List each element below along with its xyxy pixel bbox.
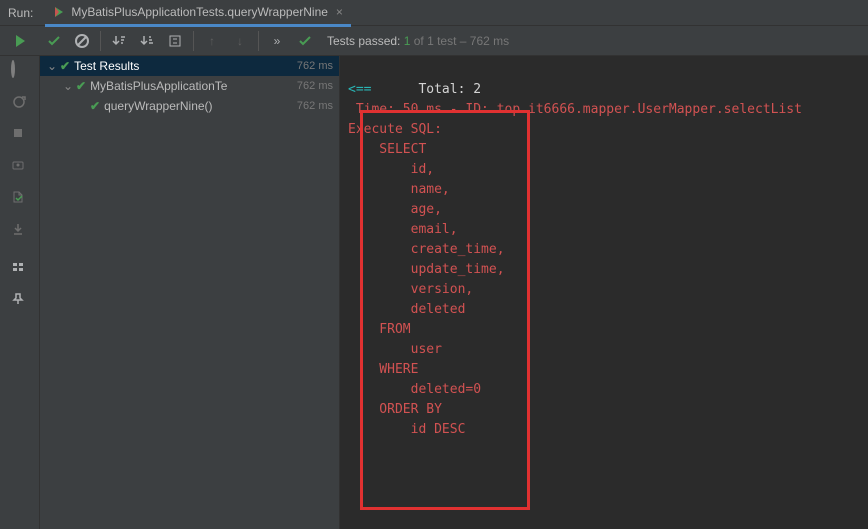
pin-button[interactable] — [11, 292, 29, 310]
tree-suite[interactable]: ⌄ ✔ MyBatisPlusApplicationTe 762 ms — [40, 76, 339, 96]
separator — [193, 31, 194, 51]
check-icon: ✔ — [60, 59, 70, 73]
test-icon — [53, 6, 65, 18]
tree-test[interactable]: ✔ queryWrapperNine() 762 ms — [40, 96, 339, 116]
show-passed-button[interactable] — [42, 29, 66, 53]
console-exec-label: Execute SQL: — [348, 122, 442, 137]
run-config-tab[interactable]: MyBatisPlusApplicationTests.queryWrapper… — [45, 1, 351, 27]
tree-test-time: 762 ms — [297, 100, 333, 112]
chevron-down-icon[interactable]: ⌄ — [46, 59, 58, 73]
toggle-auto-test-button[interactable] — [11, 94, 29, 112]
import-tests-button[interactable] — [11, 190, 29, 208]
sort-alpha-button[interactable] — [135, 29, 159, 53]
expand-all-button[interactable] — [163, 29, 187, 53]
test-tree[interactable]: ⌄ ✔ Test Results 762 ms ⌄ ✔ MyBatisPlusA… — [40, 56, 340, 529]
sort-down-button[interactable] — [107, 29, 131, 53]
tree-suite-label: MyBatisPlusApplicationTe — [90, 79, 227, 93]
tests-passed-count: 1 — [404, 34, 411, 48]
separator — [100, 31, 101, 51]
layout-button[interactable] — [11, 260, 29, 278]
test-status-text: Tests passed: 1 of 1 test – 762 ms — [327, 34, 509, 48]
run-button[interactable] — [8, 29, 32, 53]
check-icon: ✔ — [76, 79, 86, 93]
tree-root[interactable]: ⌄ ✔ Test Results 762 ms — [40, 56, 339, 76]
run-label: Run: — [8, 6, 33, 20]
stop-button[interactable] — [11, 126, 29, 144]
export-tests-button[interactable] — [11, 222, 29, 240]
tests-passed-label: Tests passed: — [327, 34, 400, 48]
check-icon: ✔ — [90, 99, 100, 113]
separator — [258, 31, 259, 51]
next-failed-button[interactable]: ↓ — [228, 29, 252, 53]
tests-passed-of: of 1 test — [414, 34, 457, 48]
prev-failed-button[interactable]: ↑ — [200, 29, 224, 53]
chevron-down-icon[interactable]: ⌄ — [62, 79, 74, 93]
tree-root-time: 762 ms — [297, 60, 333, 72]
rerun-button[interactable] — [11, 62, 29, 80]
tree-test-label: queryWrapperNine() — [104, 99, 213, 113]
body-area: ⌄ ✔ Test Results 762 ms ⌄ ✔ MyBatisPlusA… — [0, 56, 868, 529]
test-toolbar: ↑ ↓ » Tests passed: 1 of 1 test – 762 ms — [0, 26, 868, 56]
tests-passed-time: – 762 ms — [460, 34, 509, 48]
test-pass-check-icon — [293, 29, 317, 53]
tree-root-label: Test Results — [74, 59, 139, 73]
tab-title: MyBatisPlusApplicationTests.queryWrapper… — [71, 5, 328, 19]
console-timing-line: Time: 50 ms - ID: top.it6666.mapper.User… — [348, 102, 802, 117]
console-total-value: 2 — [473, 82, 481, 97]
run-header: Run: MyBatisPlusApplicationTests.queryWr… — [0, 0, 868, 26]
dump-threads-button[interactable] — [11, 158, 29, 176]
tree-suite-time: 762 ms — [297, 80, 333, 92]
console-output[interactable]: <== Total: 2 Time: 50 ms - ID: top.it666… — [340, 56, 868, 529]
console-arrow: <== — [348, 82, 371, 97]
show-passed-toggle[interactable]: » — [265, 29, 289, 53]
console-total-label: Total: — [418, 82, 465, 97]
close-icon[interactable]: × — [336, 5, 343, 19]
console-sql: SELECT id, name, age, email, create_time… — [348, 142, 505, 437]
left-gutter — [0, 56, 40, 529]
show-ignored-button[interactable] — [70, 29, 94, 53]
